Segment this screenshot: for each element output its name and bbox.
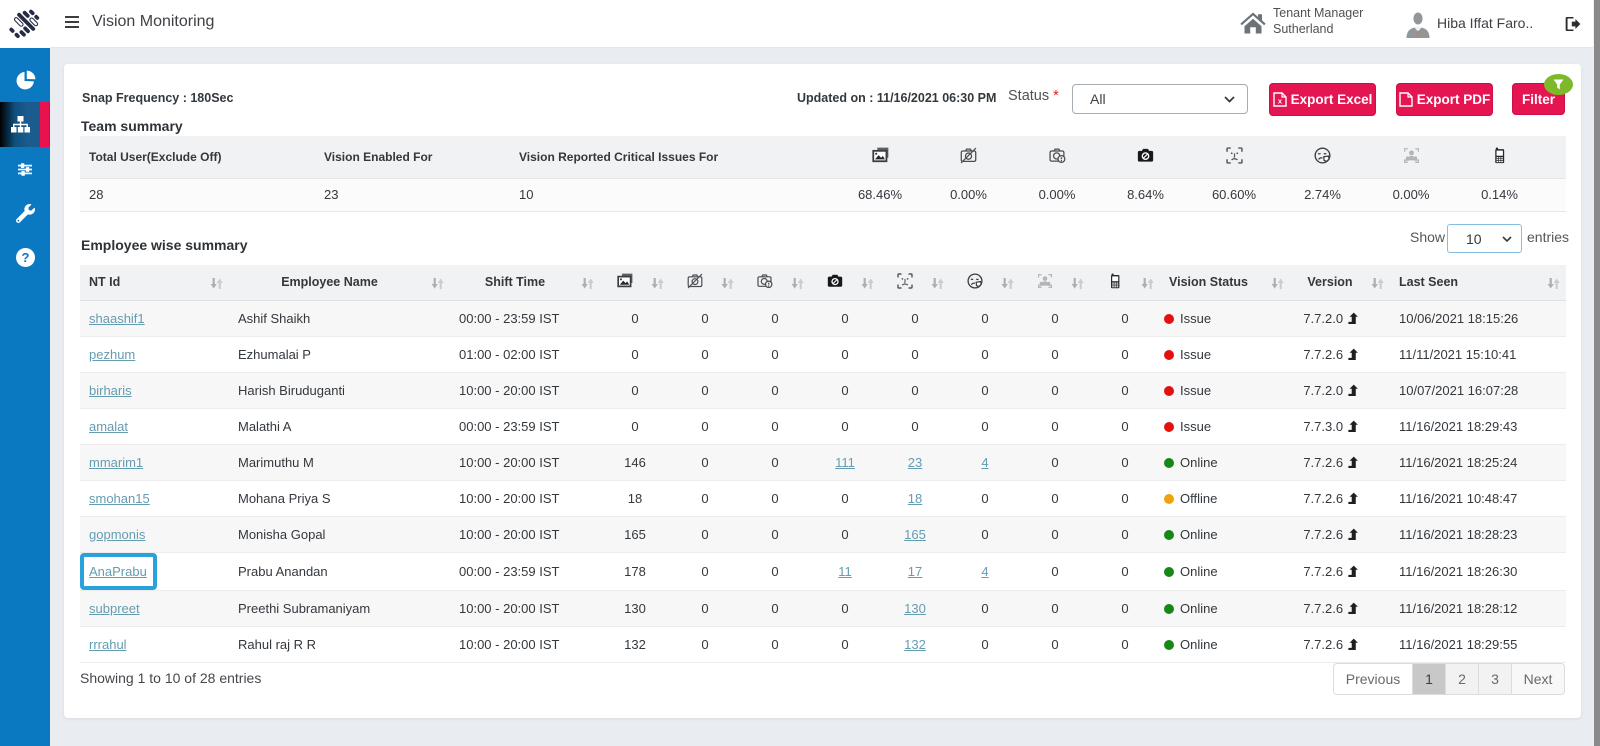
svg-text:?: ?: [21, 250, 29, 265]
svg-text:x: x: [1278, 97, 1283, 106]
